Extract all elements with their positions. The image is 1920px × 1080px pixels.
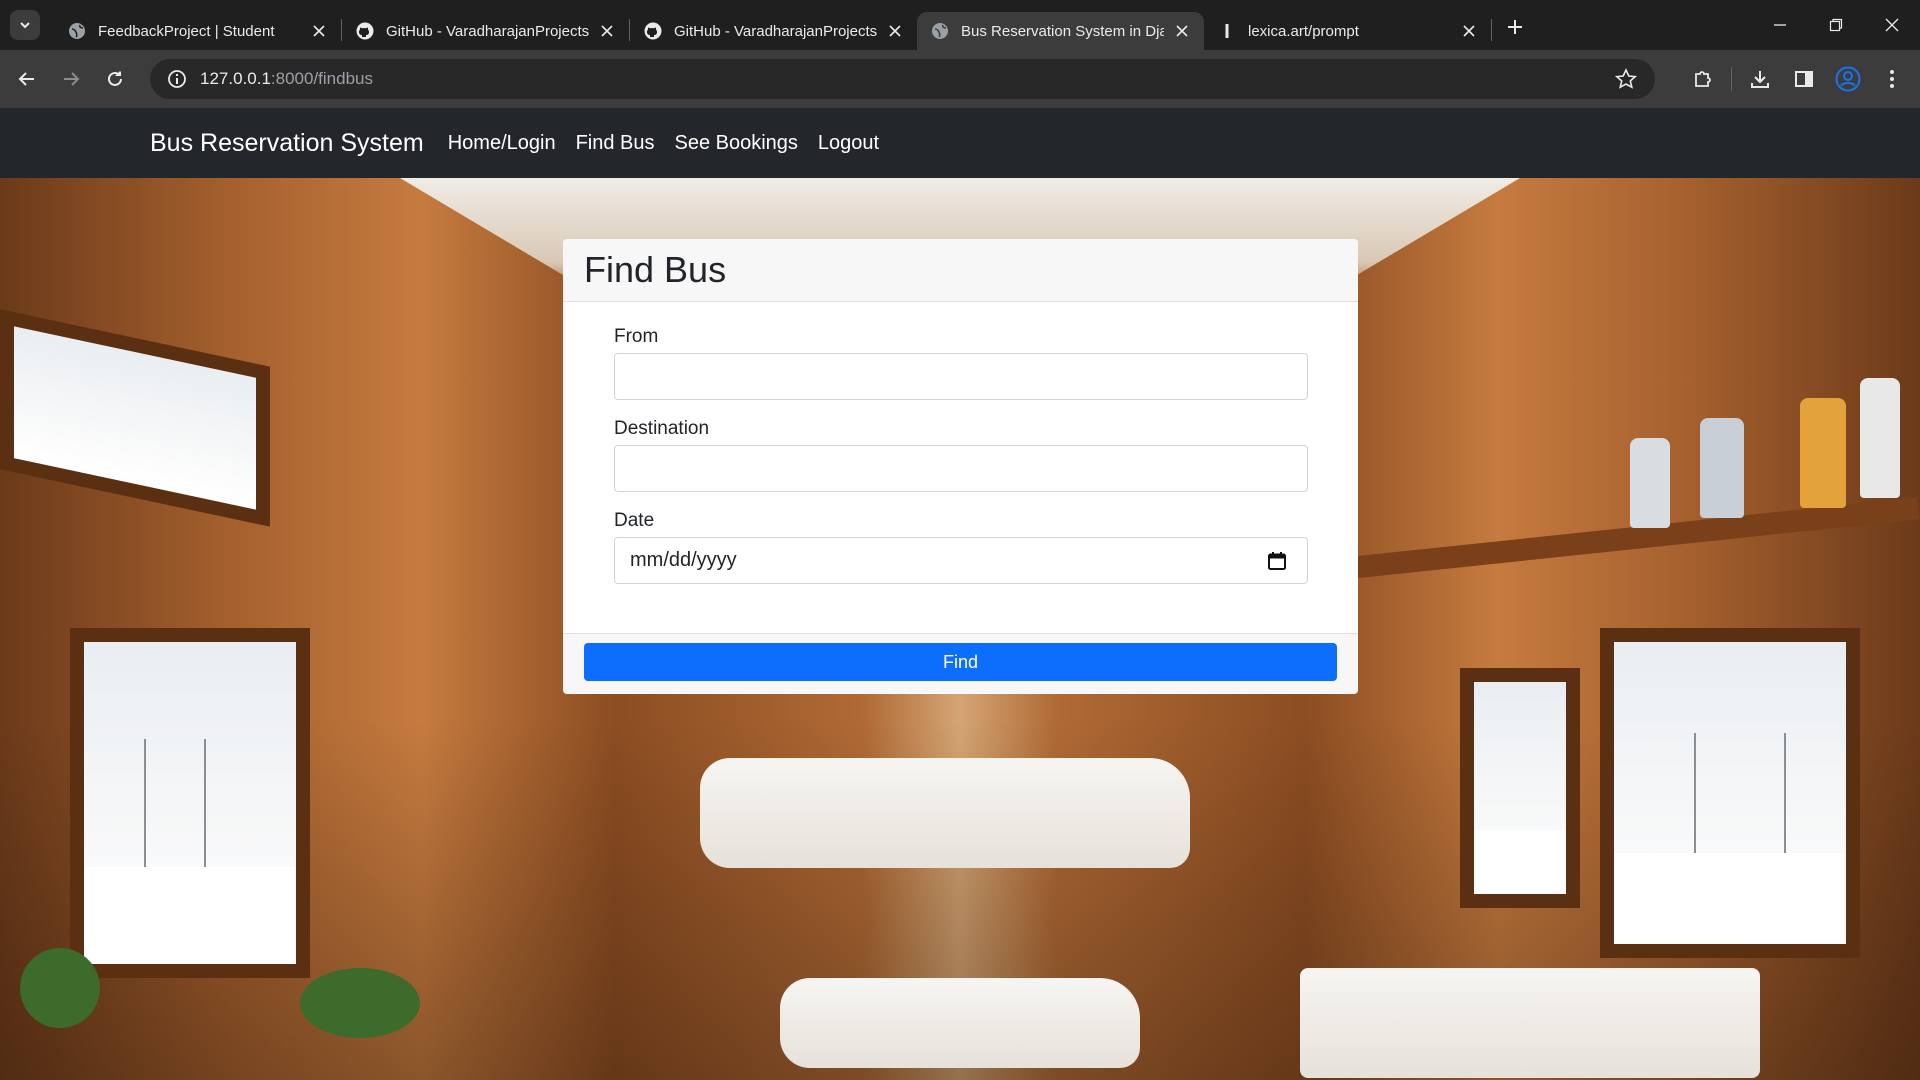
downloads-button[interactable] (1738, 59, 1782, 99)
github-icon (356, 22, 374, 40)
date-input[interactable]: mm/dd/yyyy (614, 537, 1308, 584)
reload-button[interactable] (98, 62, 132, 96)
from-input[interactable] (614, 353, 1308, 400)
download-icon (1751, 71, 1769, 88)
site-info-icon[interactable] (164, 66, 190, 92)
restore-button[interactable] (1808, 0, 1864, 50)
menu-button[interactable] (1870, 59, 1914, 99)
date-placeholder: mm/dd/yyyy (630, 549, 737, 571)
toolbar-right (1681, 50, 1920, 108)
tab-title: Bus Reservation System in Djan (961, 22, 1164, 40)
navbar-links: Home/Login Find Bus See Bookings Logout (438, 124, 889, 163)
url-path: :8000/findbus (270, 69, 373, 88)
tab-title: GitHub - VaradharajanProjects/ (674, 22, 877, 40)
kebab-menu-icon (1890, 70, 1894, 88)
background-bottle (1800, 398, 1846, 508)
background-bottle (1630, 438, 1670, 528)
nav-link-logout[interactable]: Logout (808, 124, 889, 163)
destination-label: Destination (614, 418, 710, 439)
tab-title: GitHub - VaradharajanProjects/ (386, 22, 589, 40)
close-window-button[interactable] (1864, 0, 1920, 50)
background-window-right (1600, 628, 1860, 958)
arrow-right-icon (64, 72, 80, 86)
background-table (1300, 968, 1760, 1078)
url-host: 127.0.0.1 (200, 69, 271, 88)
site-navbar: Bus Reservation System Home/Login Find B… (0, 108, 1920, 178)
tab-github-2[interactable]: GitHub - VaradharajanProjects/ (630, 12, 917, 50)
tab-separator (1491, 19, 1492, 41)
globe-icon (68, 22, 86, 40)
close-icon[interactable] (1459, 21, 1479, 41)
from-group: From (614, 326, 1308, 400)
minimize-button[interactable] (1752, 0, 1808, 50)
avatar-icon (1835, 66, 1861, 92)
globe-icon (931, 22, 949, 40)
minimize-icon (1774, 24, 1786, 26)
tab-github-1[interactable]: GitHub - VaradharajanProjects/ (342, 12, 629, 50)
close-icon[interactable] (885, 21, 905, 41)
from-label: From (614, 326, 659, 347)
close-icon[interactable] (1172, 21, 1192, 41)
date-group: Date mm/dd/yyyy (614, 510, 1308, 584)
tab-title: FeedbackProject | Student (98, 22, 275, 40)
window-controls (1752, 0, 1920, 50)
background-bunk (700, 758, 1190, 868)
browser-toolbar: 127.0.0.1:8000/findbus (0, 50, 1920, 108)
background-bunk-lower (780, 978, 1140, 1068)
profile-button[interactable] (1826, 59, 1870, 99)
background-plant (300, 968, 420, 1038)
puzzle-icon (1695, 71, 1711, 87)
toolbar-divider (1731, 67, 1732, 91)
plus-icon (1508, 20, 1522, 34)
card-footer: Find (563, 633, 1358, 693)
nav-link-find-bus[interactable]: Find Bus (566, 124, 665, 163)
lexica-icon (1218, 22, 1236, 40)
web-page: Bus Reservation System Home/Login Find B… (0, 108, 1920, 1080)
side-panel-button[interactable] (1782, 59, 1826, 99)
background-bottle (1700, 418, 1744, 518)
forward-button[interactable] (54, 62, 88, 96)
page-title: Find Bus (584, 249, 727, 290)
close-icon[interactable] (597, 21, 617, 41)
browser-tab-strip: FeedbackProject | Student GitHub - Varad… (0, 0, 1920, 50)
find-button[interactable]: Find (584, 643, 1337, 681)
side-panel-icon (1795, 71, 1813, 87)
chevron-down-icon (20, 22, 30, 29)
back-button[interactable] (10, 62, 44, 96)
card-body: From Destination Date mm/dd/yyyy (563, 302, 1358, 633)
background-plant (20, 948, 100, 1028)
card-header: Find Bus (563, 239, 1358, 302)
arrow-left-icon (18, 72, 34, 86)
background-window-left (70, 628, 310, 978)
background-window-right-small (1460, 668, 1580, 908)
nav-link-home-login[interactable]: Home/Login (438, 124, 566, 163)
close-icon[interactable] (309, 21, 329, 41)
destination-group: Destination (614, 418, 1308, 492)
background-bottle (1860, 378, 1900, 498)
github-icon (644, 22, 662, 40)
tab-feedbackproject[interactable]: FeedbackProject | Student (54, 12, 341, 50)
tab-search-button[interactable] (10, 10, 40, 40)
nav-link-see-bookings[interactable]: See Bookings (665, 124, 808, 163)
restore-icon (1829, 18, 1843, 32)
find-bus-card: Find Bus From Destination Date mm/dd/yyy… (563, 239, 1358, 694)
reload-icon (108, 71, 122, 86)
tab-title: lexica.art/prompt (1248, 22, 1359, 40)
destination-input[interactable] (614, 445, 1308, 492)
navbar-brand[interactable]: Bus Reservation System (150, 129, 424, 158)
new-tab-button[interactable] (1498, 10, 1532, 44)
close-icon (1885, 18, 1899, 32)
tab-lexica[interactable]: lexica.art/prompt (1204, 12, 1491, 50)
tab-bus-reservation[interactable]: Bus Reservation System in Djan (917, 12, 1204, 50)
extensions-button[interactable] (1681, 59, 1725, 99)
bookmark-star-icon[interactable] (1615, 68, 1637, 90)
address-bar[interactable]: 127.0.0.1:8000/findbus (150, 59, 1655, 99)
calendar-icon[interactable] (1267, 551, 1287, 571)
date-label: Date (614, 510, 655, 531)
